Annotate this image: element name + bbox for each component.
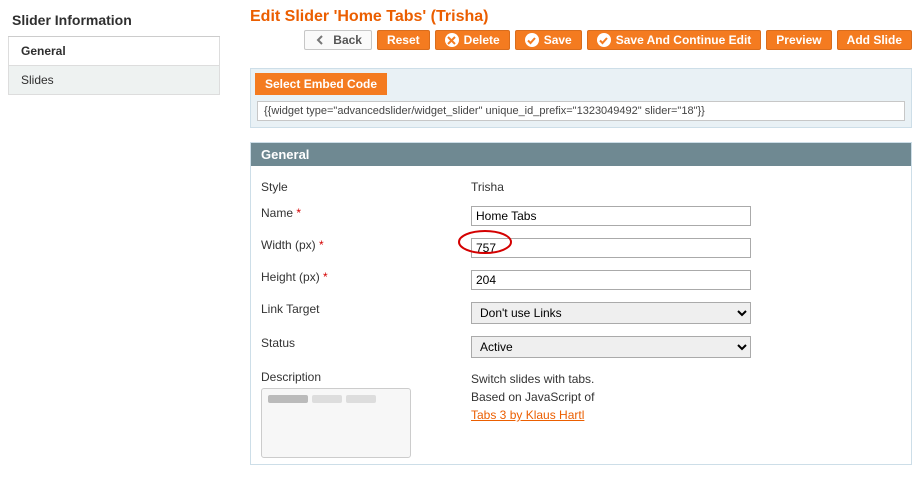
description-label: Description — [261, 370, 321, 384]
preview-button[interactable]: Preview — [766, 30, 831, 50]
back-button[interactable]: Back — [304, 30, 372, 50]
save-continue-button[interactable]: Save And Continue Edit — [587, 30, 762, 50]
main: Edit Slider 'Home Tabs' (Trisha) Back Re… — [220, 0, 920, 504]
form-table: Style Trisha Name * Width (px) * — [251, 174, 911, 464]
delete-label: Delete — [464, 33, 500, 47]
save-button[interactable]: Save — [515, 30, 582, 50]
style-value: Trisha — [471, 180, 504, 194]
page-title: Edit Slider 'Home Tabs' (Trisha) — [250, 8, 912, 26]
save-label: Save — [544, 33, 572, 47]
style-label: Style — [261, 180, 288, 194]
description-line-1: Switch slides with tabs. — [471, 372, 594, 386]
sidebar-tab-general[interactable]: General — [8, 37, 220, 66]
required-marker: * — [296, 206, 301, 220]
height-input[interactable] — [471, 270, 751, 290]
sidebar-title: Slider Information — [8, 8, 220, 37]
sidebar-tab-slides[interactable]: Slides — [8, 66, 220, 95]
reset-button[interactable]: Reset — [377, 30, 430, 50]
width-input[interactable] — [471, 238, 751, 258]
status-select[interactable]: Active — [471, 336, 751, 358]
width-label: Width (px) — [261, 238, 316, 252]
status-label: Status — [261, 336, 295, 350]
delete-icon — [445, 33, 459, 47]
section-title: General — [251, 143, 911, 166]
description-link[interactable]: Tabs 3 by Klaus Hartl — [471, 408, 584, 422]
embed-code-input[interactable] — [257, 101, 905, 121]
general-section: General Style Trisha Name * Width (px) * — [250, 142, 912, 465]
link-target-label: Link Target — [261, 302, 319, 316]
toolbar: Back Reset Delete Save Sa — [250, 30, 912, 50]
sidebar-tabs: General Slides — [8, 37, 220, 95]
height-label: Height (px) — [261, 270, 320, 284]
preview-label: Preview — [776, 33, 821, 47]
delete-button[interactable]: Delete — [435, 30, 510, 50]
save-icon — [525, 33, 539, 47]
embed-box: Select Embed Code — [250, 68, 912, 128]
description-thumbnail — [261, 388, 411, 458]
back-icon — [314, 33, 328, 47]
description-text: Switch slides with tabs. Based on JavaSc… — [471, 370, 621, 424]
required-marker: * — [319, 238, 324, 252]
name-label: Name — [261, 206, 293, 220]
sidebar: Slider Information General Slides — [0, 0, 220, 504]
reset-label: Reset — [387, 33, 420, 47]
save-continue-icon — [597, 33, 611, 47]
back-label: Back — [333, 33, 362, 47]
add-slide-button[interactable]: Add Slide — [837, 30, 912, 50]
description-line-2: Based on JavaScript of — [471, 390, 594, 404]
link-target-select[interactable]: Don't use Links — [471, 302, 751, 324]
required-marker: * — [323, 270, 328, 284]
embed-header: Select Embed Code — [255, 73, 387, 95]
save-continue-label: Save And Continue Edit — [616, 33, 752, 47]
add-slide-label: Add Slide — [847, 33, 902, 47]
name-input[interactable] — [471, 206, 751, 226]
